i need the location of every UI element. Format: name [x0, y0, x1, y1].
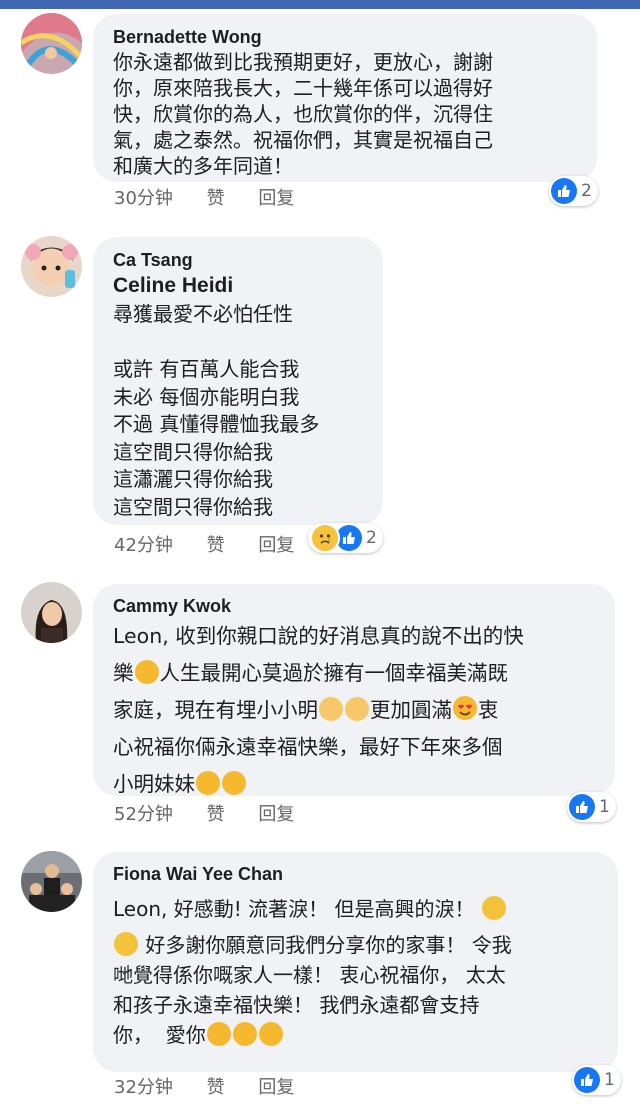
timestamp: 30分钟 [114, 188, 173, 209]
comment-meta: 32分钟 赞 回复 [114, 1076, 294, 1100]
text-part: 好多謝你願意同我們分享你的家事！ 令我 哋覺得係你嘅家人一樣！ 衷心祝福你， 太… [113, 933, 512, 1047]
commenter-name[interactable]: Ca Tsang [113, 248, 363, 272]
comment-bubble: Cammy Kwok Leon, 收到你親口說的好消息真的說不出的快 樂人生最開… [93, 584, 615, 796]
comment-bubble: Fiona Wai Yee Chan Leon, 好感動! 流著淚！ 但是高興的… [93, 852, 618, 1072]
text-part: 更加圓滿 [370, 698, 452, 722]
like-button[interactable]: 赞 [207, 534, 225, 558]
comment: Bernadette Wong 你永遠都做到比我預期更好，更放心，謝謝 你，原來… [0, 0, 640, 225]
text-part: Leon, 好感動! 流著淚！ 但是高興的淚！ [113, 897, 481, 921]
commenter-name[interactable]: Fiona Wai Yee Chan [113, 862, 598, 886]
reaction-count: 2 [581, 181, 592, 201]
heart-eyes-emoji [453, 696, 477, 720]
like-icon [569, 794, 595, 820]
like-button[interactable]: 赞 [207, 1076, 225, 1100]
comment-meta: 30分钟 赞 回复 [114, 187, 294, 211]
timestamp: 42分钟 [114, 535, 173, 556]
baby-emoji [345, 697, 369, 721]
reaction-count: 1 [604, 1070, 615, 1090]
reaction-badge[interactable]: 2 [549, 176, 598, 206]
sad-icon [310, 523, 340, 553]
avatar[interactable] [21, 13, 82, 74]
hugging-face-emoji [134, 660, 159, 684]
grinning-emoji [196, 771, 220, 795]
avatar[interactable] [21, 236, 82, 297]
reaction-badge[interactable]: 1 [567, 792, 616, 822]
timestamp: 32分钟 [114, 1077, 173, 1098]
reply-button[interactable]: 回复 [258, 803, 294, 827]
commenter-name[interactable]: Bernadette Wong [113, 25, 577, 49]
baby-emoji [319, 697, 343, 721]
grinning-emoji [222, 771, 246, 795]
comment-meta: 42分钟 赞 回复 [114, 534, 294, 558]
avatar[interactable] [21, 851, 82, 912]
comment-text: Leon, 好感動! 流著淚！ 但是高興的淚！ 好多謝你願意同我們分享你的家事！… [113, 894, 598, 1050]
like-button[interactable]: 赞 [207, 803, 225, 827]
comment-bubble: Bernadette Wong 你永遠都做到比我預期更好，更放心，謝謝 你，原來… [93, 14, 597, 182]
reaction-count: 2 [366, 528, 377, 548]
reply-button[interactable]: 回复 [258, 1076, 294, 1100]
comment-text: 你永遠都做到比我預期更好，更放心，謝謝 你，原來陪我長大，二十幾年係可以過得好 … [113, 50, 493, 178]
comment-text: Leon, 收到你親口說的好消息真的說不出的快 樂人生最開心莫過於擁有一個幸福美… [113, 618, 595, 803]
like-button[interactable]: 赞 [207, 187, 225, 211]
reply-button[interactable]: 回复 [258, 187, 294, 211]
crying-emoji [114, 932, 138, 956]
kiss-emoji [232, 1022, 257, 1046]
comment-text: 尋獲最愛不必怕任性 或許 有百萬人能合我 未必 每個亦能明白我 不過 真懂得體恤… [113, 302, 320, 519]
comment-bubble: Ca Tsang Celine Heidi 尋獲最愛不必怕任性 或許 有百萬人能… [93, 237, 383, 525]
kiss-emoji [206, 1022, 231, 1046]
like-icon [574, 1067, 600, 1093]
reaction-count: 1 [599, 797, 610, 817]
crying-emoji [481, 896, 506, 920]
reaction-badge[interactable]: 2 [308, 523, 383, 553]
comment-meta: 52分钟 赞 回复 [114, 803, 294, 827]
timestamp: 52分钟 [114, 804, 173, 825]
avatar[interactable] [21, 582, 82, 643]
kiss-emoji [258, 1022, 283, 1046]
reaction-badge[interactable]: 1 [572, 1065, 621, 1095]
like-icon [551, 178, 577, 204]
tagged-user[interactable]: Celine Heidi [113, 272, 363, 299]
reply-button[interactable]: 回复 [258, 534, 294, 558]
commenter-name[interactable]: Cammy Kwok [113, 594, 595, 618]
